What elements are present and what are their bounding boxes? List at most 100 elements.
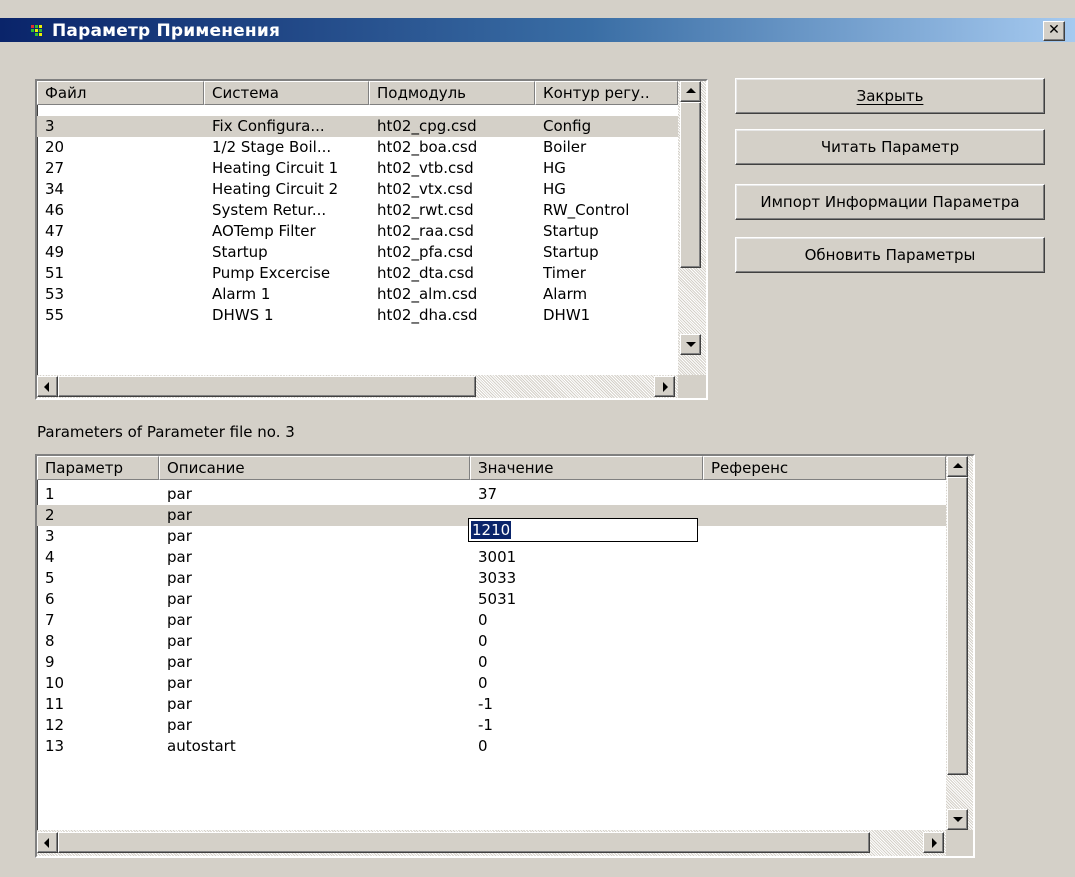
table-row[interactable]: 46 System Retur... ht02_rwt.csd RW_Control xyxy=(37,200,678,221)
cell-system: Fix Configura... xyxy=(212,117,325,135)
table-row[interactable]: 4 par 3001 xyxy=(37,547,946,568)
cell-description: par xyxy=(167,716,192,734)
scroll-down-button[interactable] xyxy=(947,809,968,830)
cell-control-loop: RW_Control xyxy=(543,201,630,219)
cell-system: Heating Circuit 1 xyxy=(212,159,339,177)
update-parameters-label: Обновить Параметры xyxy=(804,246,976,264)
table-row[interactable]: 3 Fix Configura... ht02_cpg.csd Config xyxy=(37,116,678,137)
cell-system: System Retur... xyxy=(212,201,327,219)
scroll-up-button[interactable] xyxy=(680,81,701,102)
column-header-system[interactable]: Система xyxy=(204,81,369,105)
cell-value: -1 xyxy=(478,716,493,734)
parameter-list-view[interactable]: Параметр Описание Значение Референс 1 par… xyxy=(35,454,975,858)
scroll-thumb[interactable] xyxy=(680,102,701,268)
titlebar: Параметр Применения xyxy=(0,18,1075,42)
update-parameters-button[interactable]: Обновить Параметры xyxy=(735,237,1045,273)
column-header-submodule[interactable]: Подмодуль xyxy=(369,81,535,105)
cell-file: 51 xyxy=(45,264,65,282)
cell-file: 49 xyxy=(45,243,65,261)
close-button[interactable]: Закрыть xyxy=(735,78,1045,114)
column-header-parameter[interactable]: Параметр xyxy=(37,456,159,480)
column-header-reference[interactable]: Референс xyxy=(703,456,946,480)
column-header-control-loop[interactable]: Контур регу.. xyxy=(535,81,678,105)
parameter-list-horizontal-scrollbar[interactable] xyxy=(37,830,973,856)
table-row[interactable]: 53 Alarm 1 ht02_alm.csd Alarm xyxy=(37,284,678,305)
table-row[interactable]: 12 par -1 xyxy=(37,715,946,736)
file-list-view[interactable]: Файл Система Подмодуль Контур регу.. 3 Fi… xyxy=(35,79,708,400)
table-row[interactable]: 34 Heating Circuit 2 ht02_vtx.csd HG xyxy=(37,179,678,200)
value-edit-selected-text[interactable]: 1210 xyxy=(471,521,512,539)
cell-control-loop: Startup xyxy=(543,243,599,261)
scrollbar-corner xyxy=(946,830,973,856)
table-row[interactable]: 5 par 3033 xyxy=(37,568,946,589)
cell-system: 1/2 Stage Boil... xyxy=(212,138,332,156)
cell-description: par xyxy=(167,632,192,650)
import-parameter-info-label: Импорт Информации Параметра xyxy=(760,193,1020,211)
scroll-up-button[interactable] xyxy=(947,456,968,477)
cell-value: 0 xyxy=(478,632,488,650)
cell-parameter: 8 xyxy=(45,632,55,650)
cell-system: Startup xyxy=(212,243,268,261)
table-row[interactable]: 20 1/2 Stage Boil... ht02_boa.csd Boiler xyxy=(37,137,678,158)
scroll-thumb[interactable] xyxy=(947,477,968,775)
scroll-right-button[interactable] xyxy=(923,832,944,853)
table-row[interactable]: 8 par 0 xyxy=(37,631,946,652)
scroll-thumb-horizontal[interactable] xyxy=(58,832,870,853)
cell-file: 46 xyxy=(45,201,65,219)
scroll-right-button[interactable] xyxy=(654,376,675,397)
scroll-left-button[interactable] xyxy=(37,376,58,397)
table-row[interactable]: 55 DHWS 1 ht02_dha.csd DHW1 xyxy=(37,305,678,326)
close-button-label: Закрыть xyxy=(856,87,924,105)
cell-control-loop: Config xyxy=(543,117,592,135)
table-row[interactable]: 49 Startup ht02_pfa.csd Startup xyxy=(37,242,678,263)
cell-parameter: 9 xyxy=(45,653,55,671)
cell-value: 3001 xyxy=(478,548,517,566)
table-row[interactable]: 47 AOTemp Filter ht02_raa.csd Startup xyxy=(37,221,678,242)
column-header-value[interactable]: Значение xyxy=(470,456,703,480)
table-row[interactable]: 10 par 0 xyxy=(37,673,946,694)
cell-system: Alarm 1 xyxy=(212,285,271,303)
cell-control-loop: Boiler xyxy=(543,138,587,156)
arrow-right-icon xyxy=(663,382,668,392)
table-row[interactable]: 6 par 5031 xyxy=(37,589,946,610)
value-edit-field[interactable]: 1210 xyxy=(468,518,698,542)
table-row[interactable]: 27 Heating Circuit 1 ht02_vtb.csd HG xyxy=(37,158,678,179)
scroll-left-button[interactable] xyxy=(37,832,58,853)
cell-description: par xyxy=(167,506,192,524)
cell-submodule: ht02_vtb.csd xyxy=(377,159,474,177)
titlebar-top-band xyxy=(0,0,1075,18)
cell-control-loop: Timer xyxy=(543,264,586,282)
cell-value: 0 xyxy=(478,611,488,629)
table-row[interactable]: 7 par 0 xyxy=(37,610,946,631)
parameter-list-vertical-scrollbar[interactable] xyxy=(946,456,973,830)
cell-description: par xyxy=(167,590,192,608)
scroll-down-button[interactable] xyxy=(680,334,701,355)
file-list-horizontal-scrollbar[interactable] xyxy=(37,375,706,398)
cell-value: 37 xyxy=(478,485,498,503)
cell-parameter: 6 xyxy=(45,590,55,608)
cell-submodule: ht02_rwt.csd xyxy=(377,201,474,219)
table-row[interactable]: 13 autostart 0 xyxy=(37,736,946,757)
scroll-thumb-horizontal[interactable] xyxy=(58,376,476,397)
table-row[interactable]: 9 par 0 xyxy=(37,652,946,673)
cell-description: par xyxy=(167,674,192,692)
window-close-button[interactable]: ✕ xyxy=(1043,21,1065,41)
table-row[interactable]: 51 Pump Excercise ht02_dta.csd Timer xyxy=(37,263,678,284)
table-row[interactable]: 11 par -1 xyxy=(37,694,946,715)
file-list-vertical-scrollbar[interactable] xyxy=(678,81,706,375)
cell-parameter: 3 xyxy=(45,527,55,545)
arrow-up-icon xyxy=(686,88,696,93)
cell-value: 0 xyxy=(478,737,488,755)
cell-system: DHWS 1 xyxy=(212,306,274,324)
read-parameter-button[interactable]: Читать Параметр xyxy=(735,129,1045,165)
column-header-description[interactable]: Описание xyxy=(159,456,470,480)
scrollbar-corner xyxy=(678,375,706,398)
cell-description: par xyxy=(167,653,192,671)
column-header-file[interactable]: Файл xyxy=(37,81,204,105)
cell-control-loop: DHW1 xyxy=(543,306,591,324)
cell-parameter: 11 xyxy=(45,695,65,713)
cell-parameter: 7 xyxy=(45,611,55,629)
table-row[interactable]: 1 par 37 xyxy=(37,484,946,505)
import-parameter-info-button[interactable]: Импорт Информации Параметра xyxy=(735,184,1045,220)
arrow-down-icon xyxy=(686,342,696,347)
